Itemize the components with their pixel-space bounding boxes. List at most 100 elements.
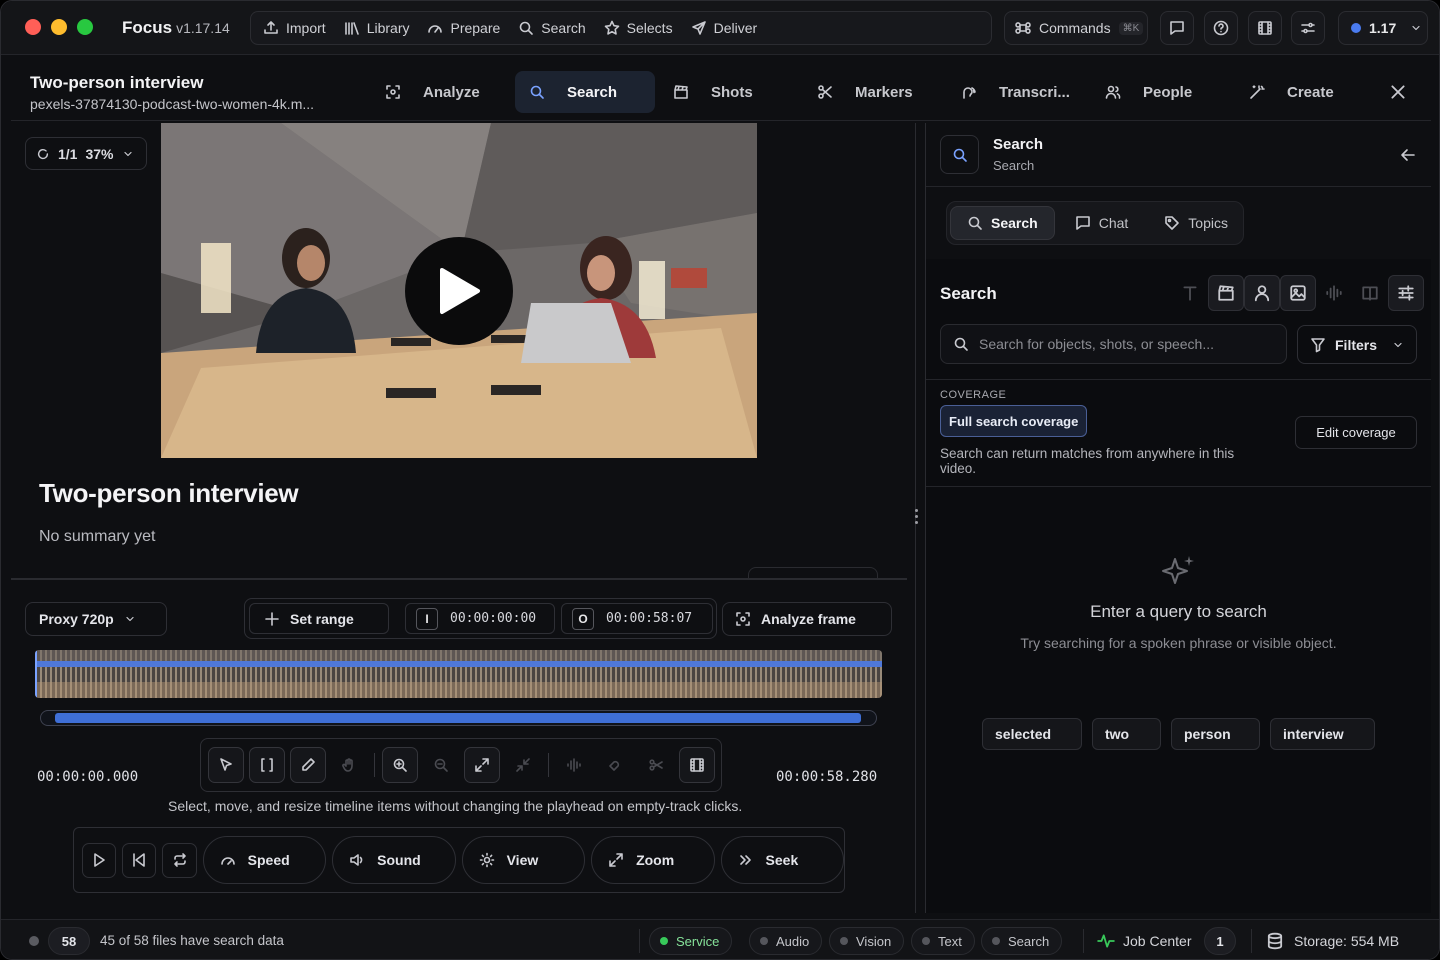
fit-timeline-button[interactable] [464, 747, 500, 783]
tab-people[interactable]: People [1091, 71, 1235, 113]
segment-search[interactable]: Search [950, 206, 1055, 240]
scan-icon [386, 85, 400, 99]
tab-transcript[interactable]: Transcri... [947, 71, 1091, 113]
pen-tool-button[interactable] [290, 747, 326, 783]
segment-chat[interactable]: Chat [1059, 206, 1145, 240]
timeline-filmstrip[interactable] [35, 650, 882, 698]
audio-status[interactable]: Audio [749, 927, 823, 955]
chevron-down-icon [1394, 342, 1402, 347]
mode-shots-button[interactable] [1208, 275, 1244, 311]
sliders-icon [1398, 285, 1414, 301]
filters-button[interactable]: Filters [1297, 325, 1417, 364]
commands-button[interactable]: Commands ⌘K [1004, 11, 1148, 45]
job-center-button[interactable]: Job Center [1097, 932, 1191, 950]
storage-indicator: Storage: 554 MB [1266, 932, 1399, 950]
sound-button[interactable]: Sound [332, 836, 456, 884]
library-icon [344, 22, 359, 35]
filmstrip-toggle-button[interactable] [679, 747, 715, 783]
zoom-button[interactable]: Zoom [591, 836, 715, 884]
edit-coverage-button[interactable]: Edit coverage [1295, 416, 1417, 449]
snap-button[interactable] [597, 747, 633, 783]
settings-button[interactable] [1291, 11, 1325, 45]
text-status[interactable]: Text [911, 927, 975, 955]
help-button[interactable] [1204, 11, 1238, 45]
mode-audio-button[interactable] [1316, 275, 1352, 311]
timeline-scrubber[interactable] [40, 710, 877, 726]
search-icon [968, 216, 982, 230]
film-button[interactable] [1248, 11, 1282, 45]
tab-search[interactable]: Search [515, 71, 655, 113]
mode-book-button[interactable] [1352, 275, 1388, 311]
search-input[interactable] [979, 336, 1279, 352]
vision-status[interactable]: Vision [829, 927, 905, 955]
play-button[interactable] [82, 842, 117, 878]
nav-selects[interactable]: Selects [604, 20, 673, 36]
razor-button[interactable] [638, 747, 674, 783]
close-window-button[interactable] [25, 19, 41, 35]
film-icon [1258, 21, 1272, 35]
viewer-zoom-control[interactable]: 1/1 37% [25, 137, 147, 170]
tab-shots[interactable]: Shots [659, 71, 803, 113]
minimize-window-button[interactable] [51, 19, 67, 35]
file-count-badge: 58 [48, 927, 90, 955]
mode-settings-button[interactable] [1388, 275, 1424, 311]
tab-create[interactable]: Create [1235, 71, 1379, 113]
feedback-button[interactable] [1160, 11, 1194, 45]
analyze-frame-button[interactable]: Analyze frame [722, 602, 892, 636]
tool-separator [548, 753, 549, 777]
nav-prepare[interactable]: Prepare [427, 20, 500, 36]
loop-button[interactable] [162, 842, 197, 878]
nav-import[interactable]: Import [263, 20, 326, 36]
waveform-button[interactable] [556, 747, 592, 783]
nav-deliver[interactable]: Deliver [691, 20, 757, 36]
suggestion-chip[interactable]: selected [982, 718, 1082, 750]
transport-bar: Speed Sound View Zoom Seek [73, 827, 845, 893]
zoom-out-button[interactable] [423, 747, 459, 783]
panel-back-button[interactable] [1400, 147, 1416, 163]
tab-label: Markers [855, 83, 913, 101]
out-point-time: 00:00:58:07 [606, 611, 693, 626]
section-divider[interactable] [11, 578, 907, 580]
set-range-button[interactable]: Set range [249, 603, 389, 634]
pane-resize-handle[interactable] [909, 501, 923, 531]
hand-tool-button[interactable] [331, 747, 367, 783]
tab-analyze[interactable]: Analyze [371, 71, 515, 113]
mode-image-button[interactable] [1280, 275, 1316, 311]
zoom-window-button[interactable] [77, 19, 93, 35]
in-point-field[interactable]: I 00:00:00:00 [405, 603, 555, 634]
job-count-badge: 1 [1204, 927, 1236, 955]
suggestion-chip[interactable]: interview [1270, 718, 1375, 750]
speed-button[interactable]: Speed [202, 836, 327, 884]
mode-text-button[interactable] [1172, 275, 1208, 311]
search-status[interactable]: Search [981, 927, 1063, 955]
view-button[interactable]: View [461, 836, 586, 884]
expand-icon [475, 758, 489, 772]
play-overlay-button[interactable] [405, 237, 513, 345]
service-label: Service [676, 933, 720, 949]
scrubber-range-fill[interactable] [55, 713, 861, 723]
nav-search[interactable]: Search [518, 20, 586, 36]
nav-library[interactable]: Library [344, 20, 409, 36]
zoom-in-button[interactable] [382, 747, 418, 783]
version-dropdown[interactable]: 1.17 [1338, 11, 1428, 45]
suggestion-chip[interactable]: person [1171, 718, 1260, 750]
segment-topics[interactable]: Topics [1148, 206, 1244, 240]
shrink-icon [516, 758, 530, 772]
speed-label: Speed [247, 852, 290, 868]
close-button[interactable] [1389, 83, 1407, 101]
select-tool-button[interactable] [208, 747, 244, 783]
bracket-tool-button[interactable] [249, 747, 285, 783]
service-status[interactable]: Service [649, 927, 733, 955]
zoom-label: Zoom [636, 852, 675, 868]
seek-button[interactable]: Seek [720, 836, 844, 884]
video-preview[interactable] [161, 123, 757, 458]
nav-label: Import [286, 20, 326, 36]
skip-back-button[interactable] [122, 842, 157, 878]
collapse-timeline-button[interactable] [505, 747, 541, 783]
proxy-select[interactable]: Proxy 720p [25, 602, 167, 636]
out-point-field[interactable]: O 00:00:58:07 [561, 603, 713, 634]
mode-people-button[interactable] [1244, 275, 1280, 311]
job-center-label: Job Center [1123, 933, 1192, 949]
suggestion-chip[interactable]: two [1092, 718, 1161, 750]
tab-markers[interactable]: Markers [803, 71, 947, 113]
